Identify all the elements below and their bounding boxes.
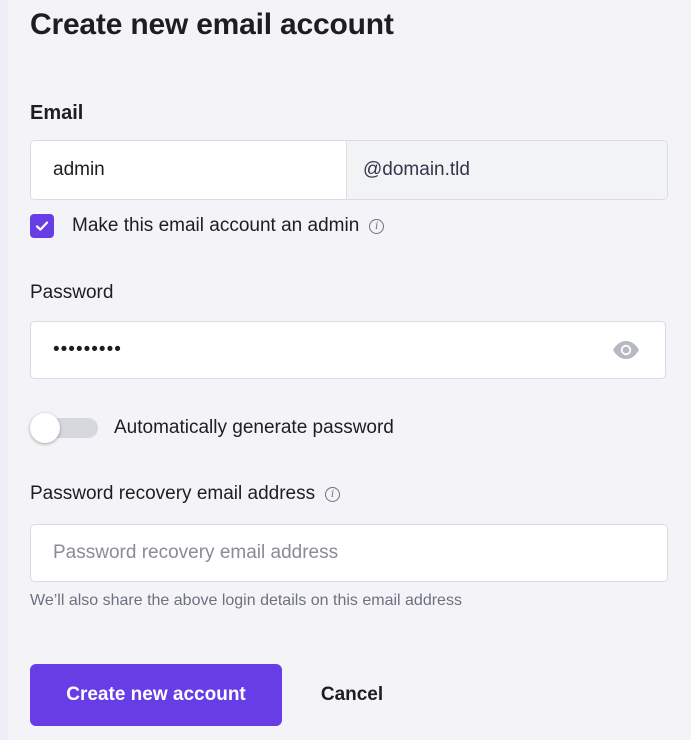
recovery-label-row: Password recovery email address i [30,483,341,505]
page-title: Create new email account [30,8,394,41]
info-icon[interactable]: i [325,486,341,502]
auto-generate-row: Automatically generate password [30,410,394,446]
email-field-group: @domain.tld [30,140,668,200]
email-username-input[interactable] [31,141,347,199]
admin-checkbox-row: Make this email account an admin i [30,212,385,240]
password-input[interactable] [31,322,591,378]
cancel-button[interactable]: Cancel [300,664,404,726]
auto-generate-label: Automatically generate password [114,417,394,438]
info-icon[interactable]: i [369,218,385,234]
admin-checkbox[interactable] [30,214,54,238]
checkmark-icon [35,221,49,231]
eye-icon[interactable] [611,339,641,361]
recovery-hint-text: We’ll also share the above login details… [30,592,462,609]
recovery-email-input[interactable] [30,524,668,582]
page-edge [0,0,8,740]
password-field [30,321,666,379]
password-label: Password [30,282,114,303]
email-domain-suffix: @domain.tld [347,141,667,199]
create-account-button[interactable]: Create new account [30,664,282,726]
admin-checkbox-label: Make this email account an admin [72,215,360,236]
recovery-email-label: Password recovery email address [30,483,316,504]
auto-generate-toggle[interactable] [30,410,98,446]
toggle-knob [30,413,60,443]
email-label: Email [30,102,84,124]
